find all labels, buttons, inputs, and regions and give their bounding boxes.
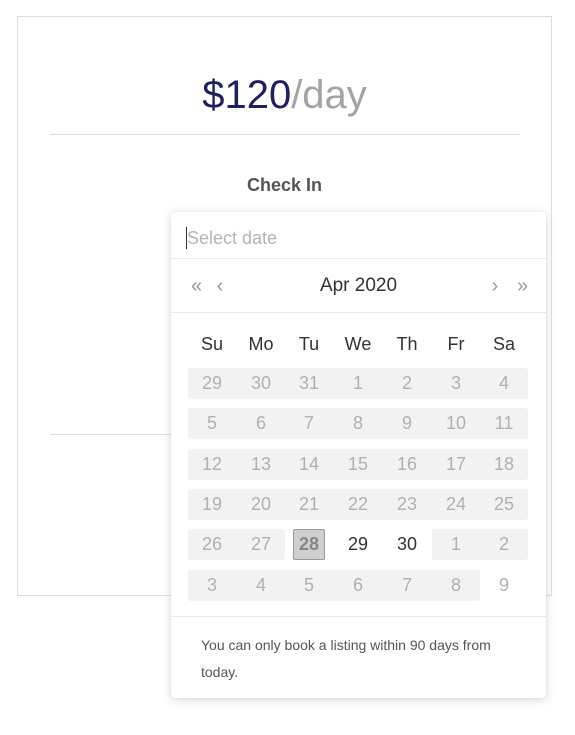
calendar-day: 22	[347, 494, 369, 514]
divider	[171, 312, 546, 313]
calendar-day: 27	[250, 534, 272, 554]
calendar-day: 30	[250, 373, 272, 393]
calendar-day: 20	[250, 494, 272, 514]
calendar-day: 2	[401, 373, 412, 393]
calendar-day: 6	[255, 413, 266, 433]
booking-window-note: You can only book a listing within 90 da…	[201, 637, 491, 680]
calendar-day: 3	[206, 575, 217, 595]
calendar-day: 8	[450, 575, 461, 595]
check-in-label: Check In	[246, 175, 323, 195]
price-display: $120/day	[18, 71, 551, 119]
calendar-day: 10	[445, 413, 467, 433]
weekday-label: Th	[396, 334, 418, 354]
weekday-label: Su	[200, 334, 224, 354]
calendar-day: 17	[445, 454, 467, 474]
calendar-day: 3	[450, 373, 461, 393]
calendar-day: 5	[303, 575, 314, 595]
weekday-label: Mo	[248, 334, 274, 354]
calendar-day: 6	[352, 575, 363, 595]
calendar-day: 9	[498, 575, 509, 595]
calendar-day: 26	[201, 534, 223, 554]
calendar-day: 19	[201, 494, 223, 514]
calendar-day: 21	[298, 494, 320, 514]
calendar-day: 1	[352, 373, 363, 393]
calendar-grid: 29 30 31 1 2 3 4 5 6 7 8 9 10 11 12 13 14 15 16 17 18 19 20 21 2…	[188, 368, 529, 608]
calendar-day: 23	[396, 494, 418, 514]
calendar-day: 7	[401, 575, 412, 595]
calendar-day: 16	[396, 454, 418, 474]
price-amount: $120	[202, 73, 292, 117]
weekday-header: Su Mo Tu We Th Fr Sa	[188, 332, 529, 356]
weekday-label: We	[344, 334, 372, 354]
calendar-day: 9	[401, 413, 412, 433]
divider	[171, 258, 546, 259]
calendar-day: 7	[303, 413, 314, 433]
calendar-day-today: 28	[298, 534, 320, 554]
calendar-day: 2	[498, 534, 509, 554]
price-unit: /day	[291, 73, 367, 117]
page: $120/day Check In « ‹ Apr 2020 › » SuMoT…	[0, 0, 575, 735]
weekday-label: Fr	[447, 334, 465, 354]
calendar-day: 24	[445, 494, 467, 514]
calendar-day: 4	[498, 373, 509, 393]
calendar-day: 29	[201, 373, 223, 393]
calendar-day: 11	[494, 413, 514, 433]
calendar-day: 18	[493, 454, 515, 474]
calendar-day: 12	[201, 454, 223, 474]
text-cursor	[186, 227, 187, 249]
calendar-day[interactable]: 30	[383, 529, 431, 560]
calendar-day: 25	[493, 494, 515, 514]
weekday-label: Tu	[298, 334, 320, 354]
calendar-day: 13	[250, 454, 272, 474]
weekday-label: Sa	[492, 334, 516, 354]
date-input[interactable]	[187, 226, 527, 250]
calendar-day: 31	[298, 373, 320, 393]
date-picker-popup: « ‹ Apr 2020 › » SuMoTuWeThFrSa 29303112…	[171, 212, 546, 698]
calendar-day: 14	[298, 454, 320, 474]
divider	[171, 616, 546, 617]
calendar-day[interactable]: 29	[334, 529, 382, 560]
calendar-day: 8	[352, 413, 363, 433]
calendar-day: 1	[450, 534, 461, 554]
chevron-right-icon[interactable]: ›	[488, 274, 502, 298]
calendar-day: 4	[255, 575, 266, 595]
calendar-day: 15	[347, 454, 369, 474]
divider	[50, 134, 520, 135]
calendar-day: 5	[206, 413, 217, 433]
double-chevron-right-icon[interactable]: »	[511, 274, 531, 298]
